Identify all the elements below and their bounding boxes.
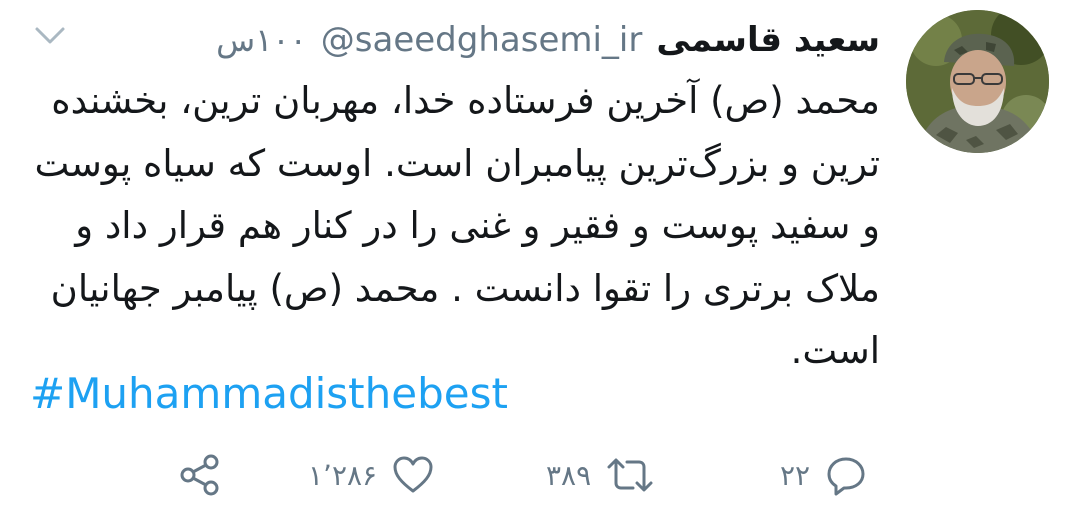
like-button[interactable]: ۱٬۲۸۶ [308,447,435,503]
heart-icon [391,453,435,497]
tweet-header: سعید قاسمی @saeedghasemi_ir ۱۰۰س [216,14,880,66]
tweet-text: محمد (ص) آخرین فرستاده خدا، مهربان ترین،… [34,79,880,372]
retweet-count: ۳۸۹ [546,458,592,492]
share-icon [178,453,222,497]
retweet-button[interactable]: ۳۸۹ [546,447,655,503]
like-count: ۱٬۲۸۶ [308,458,378,492]
hashtag-link[interactable]: #Muhammadisthebest [30,364,508,424]
display-name[interactable]: سعید قاسمی [656,20,880,60]
reply-icon [824,453,868,497]
tweet[interactable]: سعید قاسمی @saeedghasemi_ir ۱۰۰س محمد (ص… [0,0,1080,522]
reply-button[interactable]: ۲۲ [780,447,868,503]
share-button[interactable] [178,447,222,503]
timestamp[interactable]: ۱۰۰س [216,21,307,59]
reply-count: ۲۲ [780,458,811,492]
chevron-down-icon[interactable] [32,20,68,50]
username[interactable]: @saeedghasemi_ir [321,20,643,60]
avatar[interactable] [906,10,1049,153]
tweet-actions: ۲۲ ۳۸۹ ۱٬۲۸۶ [0,447,1080,503]
retweet-icon [605,453,655,497]
